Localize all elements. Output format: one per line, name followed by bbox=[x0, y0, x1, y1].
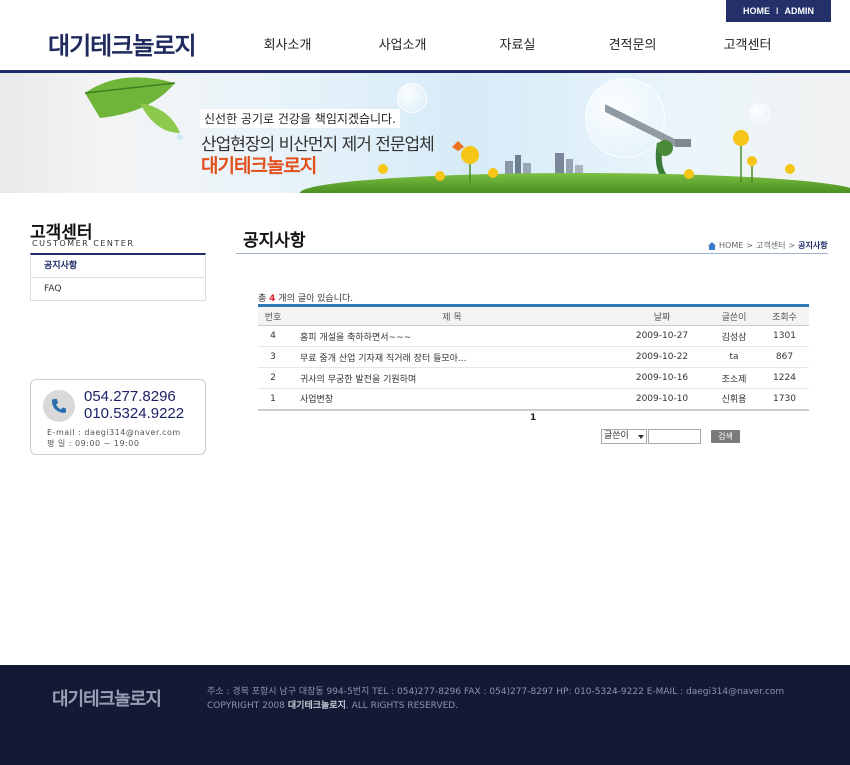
table-row[interactable]: 3 무료 중개 산업 기자재 직거래 장터 들모아... 2009-10-22 … bbox=[258, 346, 809, 368]
footer-logo: 대기테크놀로지 bbox=[52, 689, 162, 710]
site-logo[interactable]: 대기테크놀로지 bbox=[48, 26, 197, 61]
home-icon bbox=[708, 241, 716, 250]
table-row[interactable]: 1 사업변창 2009-10-10 신휘용 1730 bbox=[258, 388, 809, 411]
table-row[interactable]: 2 귀사의 무궁한 발전을 기원하며 2009-10-16 조소제 1224 bbox=[258, 367, 809, 389]
hero-banner: 신선한 공기로 건강을 책임지겠습니다. 산업현장의 비산먼지 제거 전문업체 … bbox=[0, 73, 850, 193]
row-author: ta bbox=[708, 346, 760, 368]
copyright-prefix: COPYRIGHT 2008 bbox=[207, 701, 286, 711]
row-number: 3 bbox=[258, 346, 288, 368]
row-author: 김성삼 bbox=[708, 325, 760, 347]
row-views: 867 bbox=[760, 346, 809, 368]
contact-phone-2: 010.5324.9222 bbox=[84, 405, 185, 422]
contact-phone-1: 054.277.8296 bbox=[84, 388, 176, 405]
col-author: 글쓴이 bbox=[708, 305, 760, 326]
row-views: 1301 bbox=[760, 325, 809, 347]
search-field-value: 글쓴이 bbox=[604, 431, 629, 441]
banner-brand: 대기테크놀로지 bbox=[201, 155, 317, 177]
pagination-page-1[interactable]: 1 bbox=[530, 413, 536, 423]
home-link[interactable]: HOME bbox=[743, 6, 770, 16]
post-count-prefix: 총 bbox=[258, 294, 267, 304]
breadcrumb-home[interactable]: HOME bbox=[719, 241, 743, 250]
post-count: 총 4 개의 글이 있습니다. bbox=[258, 291, 353, 304]
search-input[interactable] bbox=[648, 429, 701, 444]
table-row[interactable]: 4 홈피 개설을 축하하면서~~~ 2009-10-27 김성삼 1301 bbox=[258, 325, 809, 347]
row-subject-link[interactable]: 귀사의 무궁한 발전을 기원하며 bbox=[288, 367, 616, 389]
page-title: 공지사항 bbox=[243, 231, 306, 251]
table-header: 번호 제 목 날짜 글쓴이 조회수 bbox=[258, 305, 809, 326]
contact-email: E-mail : daegi314@naver.com bbox=[47, 428, 181, 437]
col-number: 번호 bbox=[258, 305, 288, 326]
search-bar: 글쓴이 검색 bbox=[601, 429, 740, 444]
row-views: 1730 bbox=[760, 388, 809, 411]
row-subject-link[interactable]: 무료 중개 산업 기자재 직거래 장터 들모아... bbox=[288, 346, 616, 368]
breadcrumb-section[interactable]: 고객센터 bbox=[756, 240, 785, 251]
nav-archive[interactable]: 자료실 bbox=[460, 34, 575, 53]
breadcrumb: HOME > 고객센터 > 공지사항 bbox=[708, 240, 828, 251]
contact-box: 054.277.8296 010.5324.9222 E-mail : daeg… bbox=[30, 379, 206, 455]
title-divider bbox=[236, 253, 828, 254]
notice-table: 번호 제 목 날짜 글쓴이 조회수 4 홈피 개설을 축하하면서~~~ 2009… bbox=[258, 304, 809, 411]
sidebar-title-en: CUSTOMER CENTER bbox=[32, 239, 135, 248]
row-number: 1 bbox=[258, 388, 288, 411]
admin-link[interactable]: ADMIN bbox=[785, 6, 815, 16]
row-views: 1224 bbox=[760, 367, 809, 389]
nav-business[interactable]: 사업소개 bbox=[345, 34, 460, 53]
row-subject-link[interactable]: 홈피 개설을 축하하면서~~~ bbox=[288, 325, 616, 347]
nav-customer-center[interactable]: 고객센터 bbox=[690, 34, 805, 53]
chevron-right-icon: > bbox=[788, 241, 796, 250]
row-author: 조소제 bbox=[708, 367, 760, 389]
breadcrumb-current: 공지사항 bbox=[798, 241, 828, 250]
sidebar-menu: 공지사항 FAQ bbox=[30, 253, 206, 301]
chevron-down-icon bbox=[638, 435, 644, 439]
footer: 대기테크놀로지 주소 : 경북 포항시 남구 대잠동 994-5번지 TEL :… bbox=[0, 665, 850, 765]
row-date: 2009-10-27 bbox=[616, 325, 708, 347]
header: HOME I ADMIN 대기테크놀로지 회사소개 사업소개 자료실 견적문의 … bbox=[0, 0, 850, 73]
banner-subtitle: 신선한 공기로 건강을 책임지겠습니다. bbox=[200, 109, 400, 128]
row-date: 2009-10-10 bbox=[616, 388, 708, 411]
nav-company[interactable]: 회사소개 bbox=[230, 34, 345, 53]
row-number: 2 bbox=[258, 367, 288, 389]
row-date: 2009-10-16 bbox=[616, 367, 708, 389]
post-count-number: 4 bbox=[269, 294, 276, 304]
row-author: 신휘용 bbox=[708, 388, 760, 411]
footer-copyright: COPYRIGHT 2008 대기테크놀로지. ALL RIGHTS RESER… bbox=[207, 698, 458, 711]
main-nav: 회사소개 사업소개 자료실 견적문의 고객센터 bbox=[230, 34, 830, 53]
utility-separator: I bbox=[775, 6, 779, 16]
col-subject: 제 목 bbox=[288, 305, 616, 326]
copyright-brand: 대기테크놀로지 bbox=[287, 701, 346, 711]
phone-icon bbox=[43, 390, 75, 422]
search-field-select[interactable]: 글쓴이 bbox=[601, 429, 647, 444]
utility-bar: HOME I ADMIN bbox=[726, 0, 831, 22]
row-number: 4 bbox=[258, 325, 288, 347]
nav-estimate[interactable]: 견적문의 bbox=[575, 34, 690, 53]
footer-address: 주소 : 경북 포항시 남구 대잠동 994-5번지 TEL : 054)277… bbox=[207, 687, 785, 697]
row-subject-link[interactable]: 사업변창 bbox=[288, 388, 616, 411]
contact-hours: 평 일 : 09:00 ~ 19:00 bbox=[47, 439, 140, 448]
sidebar-item-faq[interactable]: FAQ bbox=[31, 278, 205, 301]
col-date: 날짜 bbox=[616, 305, 708, 326]
search-button[interactable]: 검색 bbox=[711, 430, 740, 443]
copyright-suffix: . ALL RIGHTS RESERVED. bbox=[345, 701, 459, 711]
row-date: 2009-10-22 bbox=[616, 346, 708, 368]
col-views: 조회수 bbox=[760, 305, 809, 326]
sidebar-item-notice[interactable]: 공지사항 bbox=[31, 255, 205, 278]
post-count-suffix: 개의 글이 있습니다. bbox=[278, 294, 354, 304]
chevron-right-icon: > bbox=[746, 241, 753, 250]
